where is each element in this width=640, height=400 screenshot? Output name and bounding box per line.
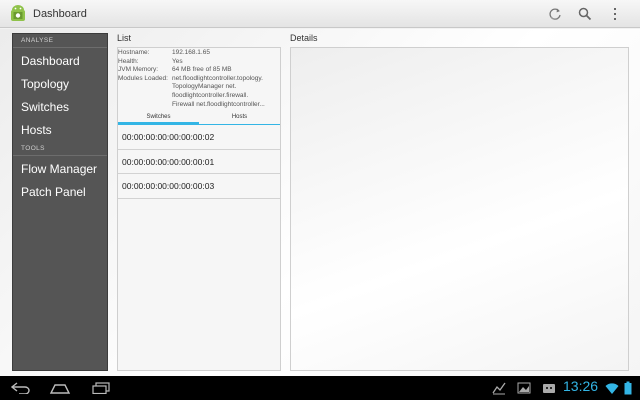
sidebar-section-tools: TOOLS — [13, 142, 107, 156]
modules-row-4: Firewall net.floodlightcontroller... — [118, 101, 278, 110]
health-value: Yes — [172, 57, 183, 65]
hostname-value: 192.168.1.65 — [172, 49, 210, 56]
jvm-memory-row: JVM Memory: 64 MB free of 85 MB — [118, 66, 278, 75]
sidebar-item-flow-manager[interactable]: Flow Manager — [13, 158, 107, 181]
jvm-memory-value: 64 MB free of 85 MB — [172, 66, 232, 74]
controller-info: Hostname: 192.168.1.65 Health: Yes JVM M… — [118, 48, 280, 109]
status-clock[interactable]: 13:26 — [563, 378, 598, 394]
tab-switches[interactable]: Switches — [118, 113, 199, 126]
system-navigation-bar: 13:26 — [0, 376, 640, 400]
home-icon[interactable] — [48, 379, 72, 397]
app-title: Dashboard — [33, 7, 87, 20]
sidebar-item-patch-panel[interactable]: Patch Panel — [13, 181, 107, 204]
action-bar: Dashboard — [0, 0, 640, 28]
android-notification-icon[interactable] — [542, 380, 556, 399]
modules-value-line-4: Firewall net.floodlightcontroller... — [172, 100, 265, 108]
modules-value-line-1: net.floodlightcontroller.topology. — [172, 74, 263, 82]
modules-spacer — [118, 83, 172, 92]
chart-icon[interactable] — [492, 380, 506, 399]
back-icon[interactable] — [10, 379, 32, 397]
sidebar-item-switches[interactable]: Switches — [13, 96, 107, 119]
sidebar-section-analyse: ANALYSE — [13, 34, 107, 48]
health-label: Health: — [118, 57, 139, 65]
modules-row-3: floodlightcontroller.firewall. — [118, 92, 278, 101]
modules-row-2: TopologyManager net. — [118, 83, 278, 92]
details-panel-title: Details — [290, 33, 318, 43]
hostname-row: Hostname: 192.168.1.65 — [118, 49, 278, 58]
overflow-menu-icon[interactable] — [600, 0, 630, 28]
sidebar-item-dashboard[interactable]: Dashboard — [13, 50, 107, 73]
photo-icon[interactable] — [517, 380, 531, 399]
main-content: ANALYSE Dashboard Topology Switches Host… — [0, 29, 640, 376]
wifi-icon[interactable] — [605, 380, 619, 399]
modules-row: Modules Loaded: net.floodlightcontroller… — [118, 75, 278, 84]
modules-value-line-2: TopologyManager net. — [172, 83, 237, 91]
switch-list-item[interactable]: 00:00:00:00:00:00:00:03 — [118, 174, 280, 199]
list-panel: Hostname: 192.168.1.65 Health: Yes JVM M… — [117, 47, 281, 371]
switch-list: 00:00:00:00:00:00:00:02 00:00:00:00:00:0… — [118, 125, 280, 199]
switch-list-item[interactable]: 00:00:00:00:00:00:00:02 — [118, 125, 280, 150]
modules-value-line-3: floodlightcontroller.firewall. — [172, 91, 249, 99]
recent-apps-icon[interactable] — [90, 379, 112, 397]
sidebar-item-topology[interactable]: Topology — [13, 73, 107, 96]
hostname-label: Hostname: — [118, 49, 150, 56]
list-panel-title: List — [117, 33, 132, 43]
modules-label: Modules Loaded: — [118, 74, 168, 82]
sidebar-item-hosts[interactable]: Hosts — [13, 119, 107, 142]
battery-icon[interactable] — [624, 380, 632, 399]
modules-spacer — [118, 92, 172, 101]
switch-list-item[interactable]: 00:00:00:00:00:00:00:01 — [118, 150, 280, 175]
sidebar: ANALYSE Dashboard Topology Switches Host… — [12, 33, 108, 371]
app-logo-icon[interactable] — [8, 4, 28, 24]
health-row: Health: Yes — [118, 58, 278, 67]
modules-spacer — [118, 101, 172, 110]
refresh-icon[interactable] — [540, 0, 570, 28]
jvm-memory-label: JVM Memory: — [118, 66, 159, 74]
search-icon[interactable] — [570, 0, 600, 28]
details-panel — [290, 47, 629, 371]
list-tabs: Switches Hosts — [118, 113, 280, 126]
tab-hosts[interactable]: Hosts — [199, 113, 280, 124]
action-bar-actions — [540, 0, 630, 28]
